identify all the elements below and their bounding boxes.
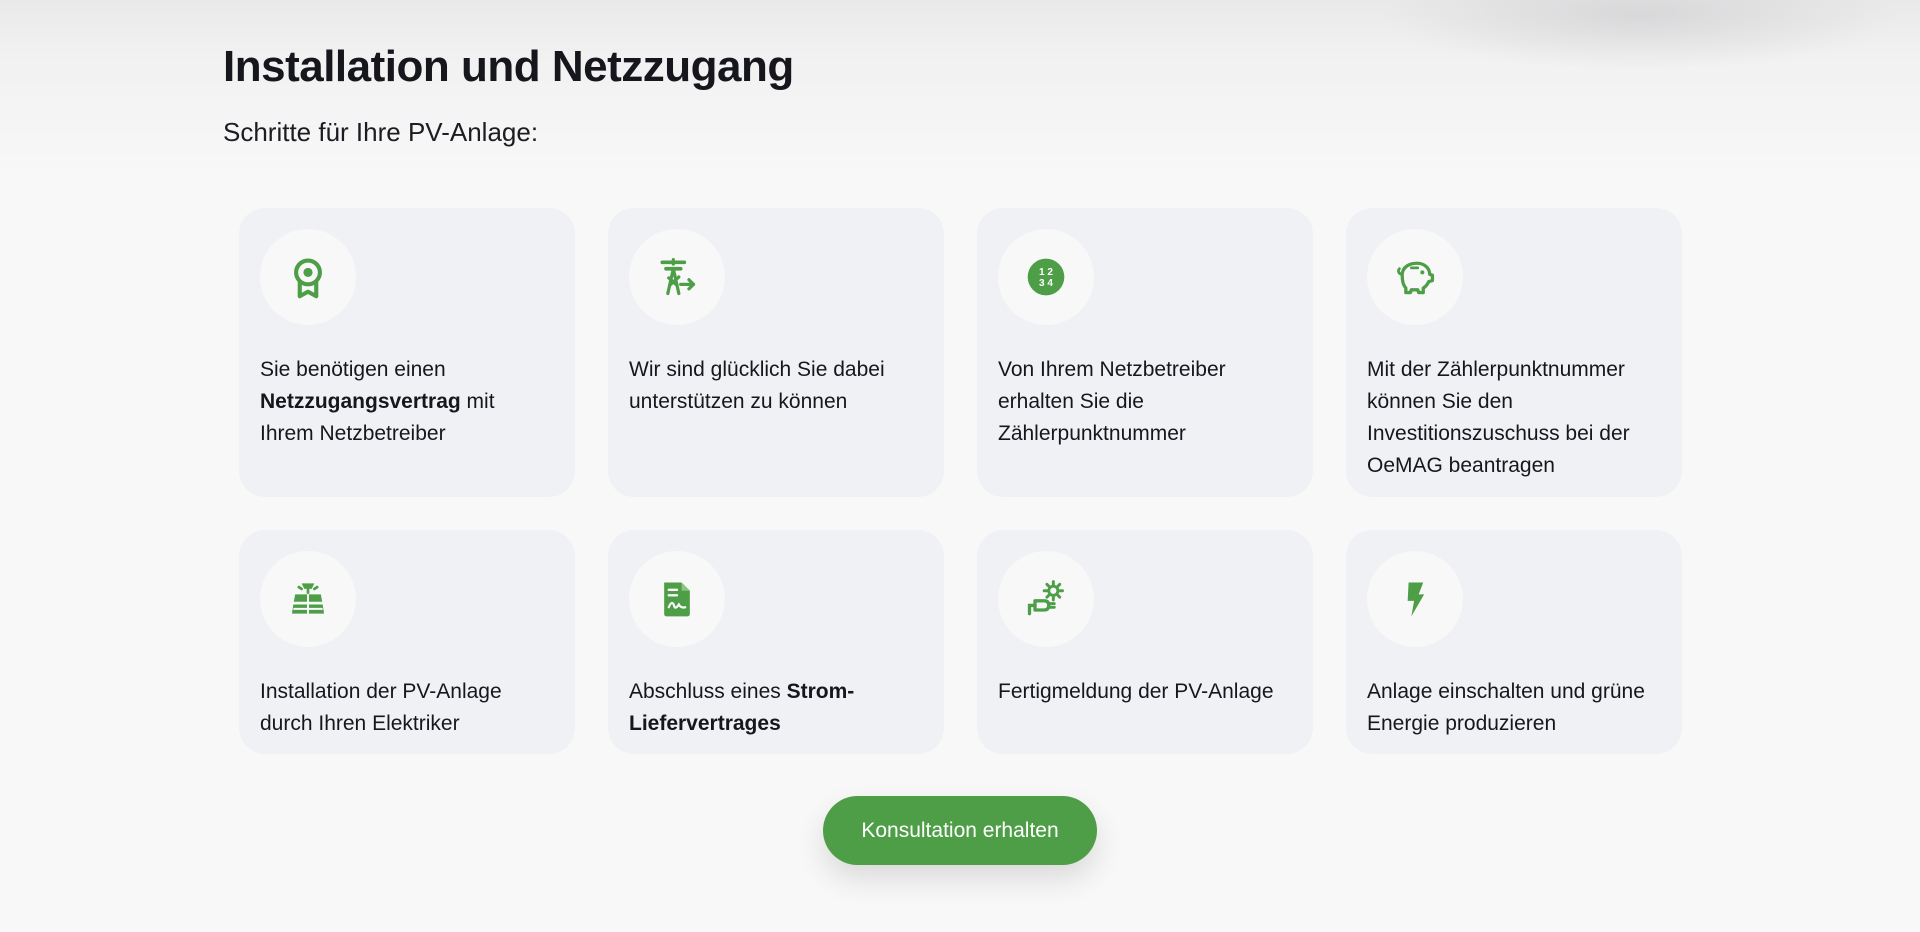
contract-document-icon: [664, 582, 690, 617]
lightning-bolt-icon: [1407, 582, 1425, 617]
step-icon-circle: 1 2 3 4: [998, 229, 1094, 325]
step-text-6: Abschluss eines Strom-Liefervertrages: [629, 676, 923, 740]
solar-panel-icon: [291, 583, 325, 614]
step-text-part: Sie benötigen einen: [260, 358, 446, 381]
page-subtitle: Schritte für Ihre PV-Anlage:: [223, 117, 539, 147]
step-icon-circle: [998, 551, 1094, 647]
step-card-4: Mit der Zählerpunktnummer können Sie den…: [1346, 208, 1682, 497]
step-icon-circle: [629, 551, 725, 647]
step-text-part: Abschluss eines: [629, 680, 787, 703]
numbers-1234-icon: 1 2 3 4: [1027, 258, 1065, 296]
power-tower-arrow-icon: [660, 257, 696, 296]
svg-text:3 4: 3 4: [1039, 278, 1053, 289]
consultation-button[interactable]: Konsultation erhalten: [823, 796, 1097, 865]
step-text-1: Sie benötigen einen Netzzugangsvertrag m…: [260, 354, 554, 450]
step-card-3: 1 2 3 4 Von Ihrem Netzbetreiber erhalten…: [977, 208, 1313, 497]
step-text-2: Wir sind glücklich Sie dabei unterstütze…: [629, 358, 885, 413]
step-text-4: Mit der Zählerpunktnummer können Sie den…: [1367, 358, 1630, 477]
step-card-7: Fertigmeldung der PV-Anlage: [977, 530, 1313, 754]
step-icon-circle: [1367, 229, 1463, 325]
step-card-8: Anlage einschalten und grüne Energie pro…: [1346, 530, 1682, 754]
step-card-2: Wir sind glücklich Sie dabei unterstütze…: [608, 208, 944, 497]
award-icon: [294, 258, 322, 299]
step-icon-circle: [1367, 551, 1463, 647]
svg-text:1 2: 1 2: [1039, 267, 1053, 278]
step-text-5: Installation der PV-Anlage durch Ihren E…: [260, 680, 502, 735]
step-text-8: Anlage einschalten und grüne Energie pro…: [1367, 680, 1645, 735]
page-title: Installation und Netzzugang: [223, 42, 794, 91]
step-text-bold: Netzzugangsvertrag: [260, 390, 461, 413]
step-text-7: Fertigmeldung der PV-Anlage: [998, 680, 1274, 703]
step-icon-circle: [260, 551, 356, 647]
step-icon-circle: [260, 229, 356, 325]
step-card-5: Installation der PV-Anlage durch Ihren E…: [239, 530, 575, 754]
plug-gear-icon: [1027, 580, 1064, 616]
step-text-3: Von Ihrem Netzbetreiber erhalten Sie die…: [998, 358, 1226, 445]
installation-section: Installation und Netzzugang Schritte für…: [0, 0, 1920, 932]
step-card-1: Sie benötigen einen Netzzugangsvertrag m…: [239, 208, 575, 497]
step-card-6: Abschluss eines Strom-Liefervertrages: [608, 530, 944, 754]
piggy-bank-icon: [1397, 261, 1435, 295]
step-icon-circle: [629, 229, 725, 325]
steps-grid: Sie benötigen einen Netzzugangsvertrag m…: [239, 208, 1682, 754]
